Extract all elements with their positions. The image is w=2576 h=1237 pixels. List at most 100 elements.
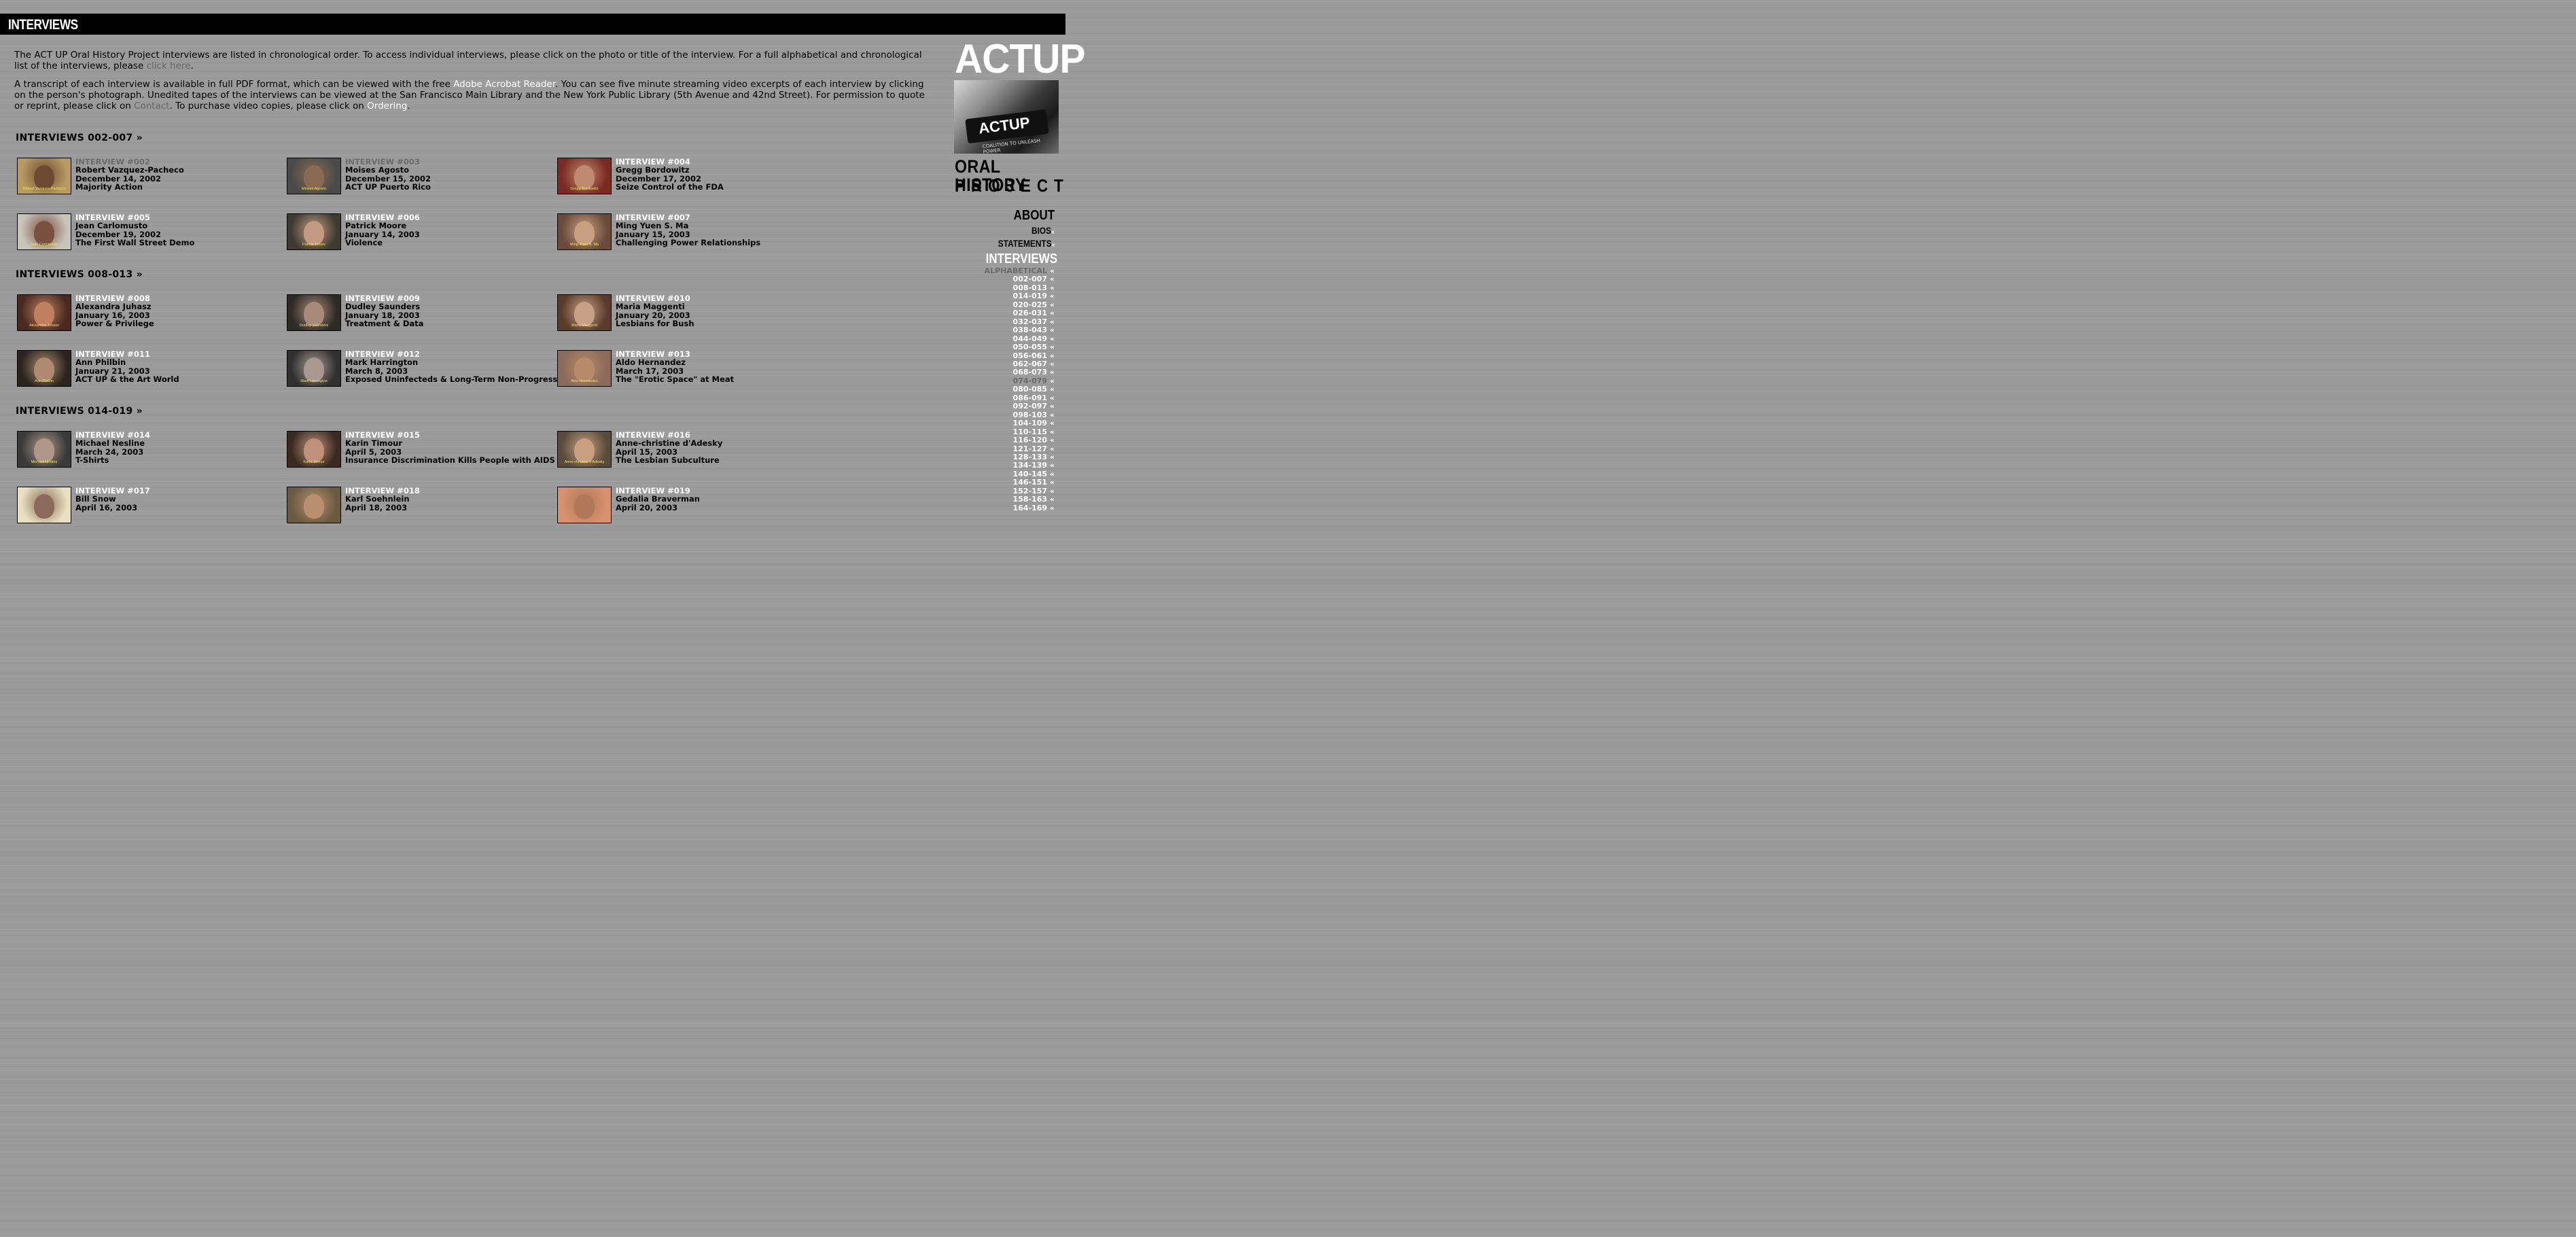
interview-card[interactable]: INTERVIEW #018 Karl Soehnlein April 18, 20… bbox=[287, 487, 559, 525]
photo-caption: Jean Carlomusto bbox=[30, 243, 58, 247]
photo-caption: Michael Nesline bbox=[31, 460, 58, 464]
arrow-icon: « bbox=[1051, 241, 1055, 249]
interview-card[interactable]: Ann Philbin INTERVIEW #011 Ann Philbin Janu… bbox=[17, 350, 289, 388]
interview-photo[interactable]: Ming-Yuen S. Ma bbox=[557, 213, 612, 250]
range-label: 140-145 bbox=[1012, 469, 1048, 478]
range-label: 038-043 bbox=[1012, 326, 1048, 335]
interview-photo[interactable] bbox=[17, 487, 71, 523]
nav-about[interactable]: ABOUT bbox=[1014, 208, 1055, 224]
range-label: 020-025 bbox=[1012, 300, 1048, 309]
person-face bbox=[304, 221, 324, 245]
intro-text: . To purchase video copies, please click… bbox=[169, 101, 368, 112]
interview-card[interactable]: Anne-christine d'Adesky INTERVIEW #016 Ann… bbox=[557, 431, 829, 469]
nav-bios[interactable]: BIOS« bbox=[1031, 225, 1055, 236]
interview-card[interactable]: Robert Vazquez-Pacheco INTERVIEW #002 Robe… bbox=[17, 158, 289, 196]
interview-info: INTERVIEW #017 Bill Snow April 16, 2003 bbox=[75, 487, 150, 512]
interview-card[interactable]: Mark Harrington INTERVIEW #012 Mark Harrin… bbox=[287, 350, 571, 388]
contact-link[interactable]: Contact bbox=[134, 101, 170, 111]
range-label: 104-109 bbox=[1012, 419, 1048, 428]
interview-info: INTERVIEW #013 Aldo Hernandez March 17, 20… bbox=[616, 350, 734, 384]
nav-interviews[interactable]: INTERVIEWS bbox=[986, 251, 1057, 267]
range-label: 092-097 bbox=[1012, 402, 1048, 411]
interview-topic: Treatment & Data bbox=[345, 319, 424, 329]
interview-info: INTERVIEW #003 Moises Agosto December 15, … bbox=[345, 158, 431, 192]
interview-photo[interactable]: Karin Timour bbox=[287, 431, 341, 468]
interviewee-name: Moises Agosto bbox=[345, 165, 410, 175]
adobe-reader-link[interactable]: Adobe Acrobat Reader bbox=[453, 79, 555, 90]
interview-card[interactable]: Maria Maggenti INTERVIEW #010 Maria Maggen… bbox=[557, 294, 829, 332]
person-face bbox=[304, 302, 324, 326]
interview-info: INTERVIEW #006 Patrick Moore January 14, 2… bbox=[345, 213, 420, 247]
interview-card[interactable]: Dudley Saunders INTERVIEW #009 Dudley Saun… bbox=[287, 294, 559, 332]
interview-card[interactable]: Michael Nesline INTERVIEW #014 Michael Nes… bbox=[17, 431, 289, 469]
interview-photo[interactable]: Patrick Moore bbox=[287, 213, 341, 250]
arrow-icon: « bbox=[1049, 410, 1055, 419]
interview-photo[interactable]: Alexandra Juhasz bbox=[17, 294, 71, 331]
interview-info: INTERVIEW #012 Mark Harrington March 8, 20… bbox=[345, 350, 571, 384]
interview-photo[interactable]: Jean Carlomusto bbox=[17, 213, 71, 250]
group-heading-014-019[interactable]: INTERVIEWS 014-019 » bbox=[16, 406, 143, 417]
interview-card[interactable]: Patrick Moore INTERVIEW #006 Patrick Moore… bbox=[287, 213, 559, 251]
interview-photo[interactable]: Robert Vazquez-Pacheco bbox=[17, 158, 71, 194]
interview-topic: Violence bbox=[345, 238, 383, 248]
interview-photo[interactable]: Dudley Saunders bbox=[287, 294, 341, 331]
interview-card[interactable]: INTERVIEW #017 Bill Snow April 16, 2003 bbox=[17, 487, 289, 525]
interview-card[interactable]: Aldo Hernandez INTERVIEW #013 Aldo Hernand… bbox=[557, 350, 829, 388]
interview-info: INTERVIEW #005 Jean Carlomusto December 19… bbox=[75, 213, 194, 247]
click-here-link[interactable]: click here bbox=[147, 60, 191, 71]
interview-card[interactable]: Gregg Bordowitz INTERVIEW #004 Gregg Bordo… bbox=[557, 158, 829, 196]
interview-card[interactable]: Jean Carlomusto INTERVIEW #005 Jean Carlom… bbox=[17, 213, 289, 251]
person-face bbox=[304, 165, 324, 190]
arrow-icon: « bbox=[1049, 351, 1055, 360]
arrow-icon: « bbox=[1049, 317, 1055, 326]
range-label: 098-103 bbox=[1012, 410, 1048, 419]
interview-photo[interactable]: Michael Nesline bbox=[17, 431, 71, 468]
interview-photo[interactable]: Mark Harrington bbox=[287, 350, 341, 387]
interview-card[interactable]: Alexandra Juhasz INTERVIEW #008 Alexandra … bbox=[17, 294, 289, 332]
arrow-icon: « bbox=[1049, 266, 1055, 275]
photo-caption: Moises Agosto bbox=[302, 187, 326, 191]
range-link[interactable]: 164-169 « bbox=[985, 504, 1055, 512]
photo-caption: Ming-Yuen S. Ma bbox=[569, 243, 599, 247]
interviewee-name: Mark Harrington bbox=[345, 358, 419, 368]
interview-card[interactable]: INTERVIEW #019 Gedalia Braverman April 20,… bbox=[557, 487, 829, 525]
interview-info: INTERVIEW #010 Maria Maggenti January 20, … bbox=[616, 294, 694, 328]
interview-photo[interactable]: Aldo Hernandez bbox=[557, 350, 612, 387]
person-face bbox=[304, 494, 324, 519]
interview-photo[interactable]: Gregg Bordowitz bbox=[557, 158, 612, 194]
title-bar: INTERVIEWS bbox=[0, 14, 1065, 35]
interview-card[interactable]: Ming-Yuen S. Ma INTERVIEW #007 Ming Yuen S… bbox=[557, 213, 829, 251]
interview-photo[interactable]: Anne-christine d'Adesky bbox=[557, 431, 612, 468]
group-heading-002-007[interactable]: INTERVIEWS 002-007 » bbox=[16, 133, 143, 143]
interview-photo[interactable] bbox=[557, 487, 612, 523]
interview-info: INTERVIEW #019 Gedalia Braverman April 20,… bbox=[616, 487, 700, 512]
interview-topic: Insurance Discrimination Kills People wi… bbox=[345, 455, 555, 466]
interview-card[interactable]: Moises Agosto INTERVIEW #003 Moises Agosto… bbox=[287, 158, 559, 196]
person-face bbox=[34, 494, 54, 519]
interviewee-name: Jean Carlomusto bbox=[75, 221, 148, 231]
nav-bios-label: BIOS bbox=[1031, 225, 1052, 236]
actup-logo[interactable]: ACTUP bbox=[955, 39, 1086, 80]
nav-statements[interactable]: STATEMENTS« bbox=[998, 238, 1055, 249]
interviewee-name: Michael Nesline bbox=[75, 438, 145, 449]
range-label: 014-019 bbox=[1012, 292, 1048, 301]
arrow-icon: « bbox=[1049, 393, 1055, 402]
interview-info: INTERVIEW #015 Karin Timour April 5, 2003 I… bbox=[345, 431, 555, 465]
arrow-icon: « bbox=[1049, 486, 1055, 495]
group-heading-008-013[interactable]: INTERVIEWS 008-013 » bbox=[16, 269, 143, 280]
interview-topic: Majority Action bbox=[75, 182, 143, 192]
interview-photo[interactable]: Maria Maggenti bbox=[557, 294, 612, 331]
ordering-link[interactable]: Ordering bbox=[367, 101, 407, 111]
interview-photo[interactable]: Ann Philbin bbox=[17, 350, 71, 387]
intro-text: A transcript of each interview is availa… bbox=[14, 78, 454, 90]
interviewee-name: Gedalia Braverman bbox=[616, 494, 700, 504]
interview-topic: ACT UP & the Art World bbox=[75, 374, 179, 385]
arrow-icon: « bbox=[1049, 495, 1055, 504]
arrow-icon: « bbox=[1049, 292, 1055, 301]
interview-photo[interactable]: Moises Agosto bbox=[287, 158, 341, 194]
interview-photo[interactable] bbox=[287, 487, 341, 523]
interview-topic: The First Wall Street Demo bbox=[75, 238, 195, 248]
interview-info: INTERVIEW #016 Anne-christine d'Adesky Apr… bbox=[616, 431, 722, 465]
interview-card[interactable]: Karin Timour INTERVIEW #015 Karin Timour Ap… bbox=[287, 431, 559, 469]
arrow-icon: « bbox=[1049, 427, 1055, 436]
